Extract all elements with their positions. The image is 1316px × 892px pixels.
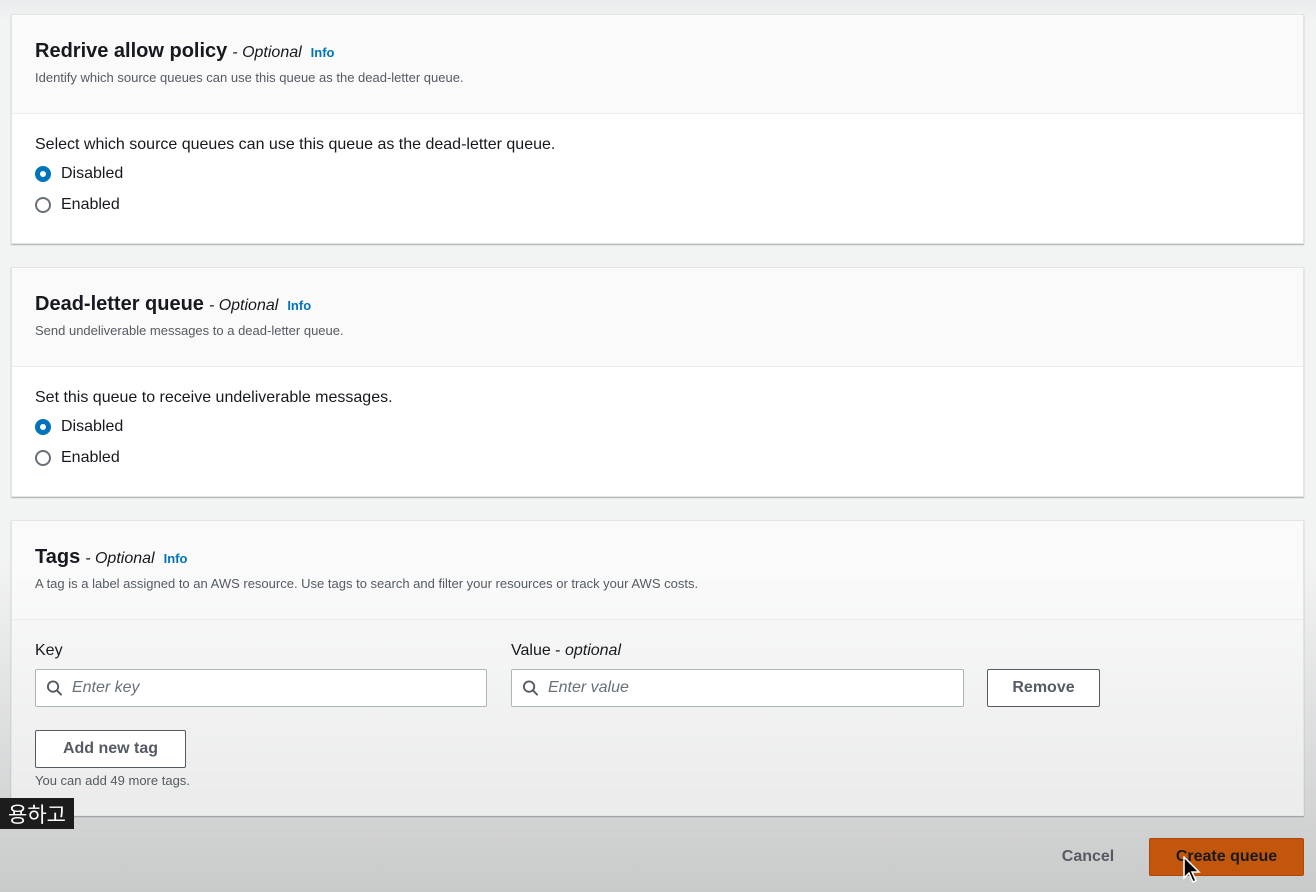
tags-optional-label: - Optional — [85, 550, 155, 567]
tags-info-link[interactable]: Info — [164, 551, 188, 566]
redrive-optional-label: - Optional — [232, 44, 302, 61]
remove-tag-button[interactable]: Remove — [987, 669, 1100, 707]
radio-unchecked-icon[interactable] — [35, 196, 51, 213]
redrive-radio-enabled[interactable]: Enabled — [35, 189, 1280, 220]
dlq-optional-label: - Optional — [208, 297, 279, 314]
dlq-radio-disabled[interactable]: Disabled — [35, 411, 1280, 442]
redrive-panel-body: Select which source queues can use this … — [12, 114, 1303, 220]
tags-title: Tags — [35, 546, 81, 568]
redrive-radio-disabled[interactable]: Disabled — [35, 158, 1280, 189]
key-label: Key — [35, 642, 63, 659]
radio-label: Enabled — [61, 448, 120, 466]
dlq-radio-enabled[interactable]: Enabled — [35, 442, 1280, 473]
tags-title-row: Tags - Optional Info — [35, 546, 1280, 572]
dlq-prompt: Set this queue to receive undeliverable … — [35, 389, 393, 406]
value-text-field[interactable] — [547, 679, 963, 697]
dlq-title: Dead-letter queue — [35, 293, 204, 315]
redrive-info-link[interactable]: Info — [311, 45, 335, 60]
add-new-tag-button[interactable]: Add new tag — [35, 730, 186, 768]
redrive-allow-policy-panel: Redrive allow policy - Optional Info Ide… — [11, 14, 1304, 244]
redrive-title: Redrive allow policy — [35, 40, 228, 62]
tags-panel-header: Tags - Optional Info A tag is a label as… — [12, 521, 1303, 620]
dlq-description: Send undeliverable messages to a dead-le… — [35, 323, 344, 338]
radio-checked-icon[interactable] — [35, 418, 51, 435]
redrive-title-row: Redrive allow policy - Optional Info — [35, 40, 1280, 66]
tags-panel: Tags - Optional Info A tag is a label as… — [11, 520, 1304, 816]
value-input[interactable] — [511, 669, 964, 707]
value-label: Value - optional — [511, 642, 621, 660]
video-subtitle: 용하고 — [0, 798, 74, 829]
mouse-pointer-icon — [1183, 856, 1201, 884]
create-queue-button[interactable]: Create queue — [1149, 838, 1304, 876]
radio-label: Disabled — [61, 417, 124, 435]
radio-label: Disabled — [61, 164, 124, 182]
key-input[interactable] — [35, 669, 487, 707]
value-label-optional: optional — [564, 642, 621, 659]
dlq-title-row: Dead-letter queue - Optional Info — [35, 293, 1280, 319]
cancel-button[interactable]: Cancel — [1044, 839, 1132, 875]
radio-checked-icon[interactable] — [35, 165, 51, 182]
redrive-description: Identify which source queues can use thi… — [35, 70, 464, 85]
search-icon — [46, 680, 62, 696]
dlq-panel-header: Dead-letter queue - Optional Info Send u… — [12, 268, 1303, 367]
redrive-prompt: Select which source queues can use this … — [35, 136, 556, 153]
search-icon — [522, 680, 538, 696]
tags-remaining-hint: You can add 49 more tags. — [35, 773, 190, 788]
dead-letter-queue-panel: Dead-letter queue - Optional Info Send u… — [11, 267, 1304, 497]
tags-panel-body: Key Value - optional Remove Add new tag … — [12, 620, 1303, 816]
dlq-panel-body: Set this queue to receive undeliverable … — [12, 367, 1303, 473]
tags-description: A tag is a label assigned to an AWS reso… — [35, 576, 699, 591]
key-text-field[interactable] — [71, 679, 486, 697]
dlq-info-link[interactable]: Info — [287, 298, 311, 313]
radio-unchecked-icon[interactable] — [35, 449, 51, 466]
radio-label: Enabled — [61, 195, 120, 213]
redrive-panel-header: Redrive allow policy - Optional Info Ide… — [12, 15, 1303, 114]
value-label-main: Value - — [511, 642, 565, 659]
